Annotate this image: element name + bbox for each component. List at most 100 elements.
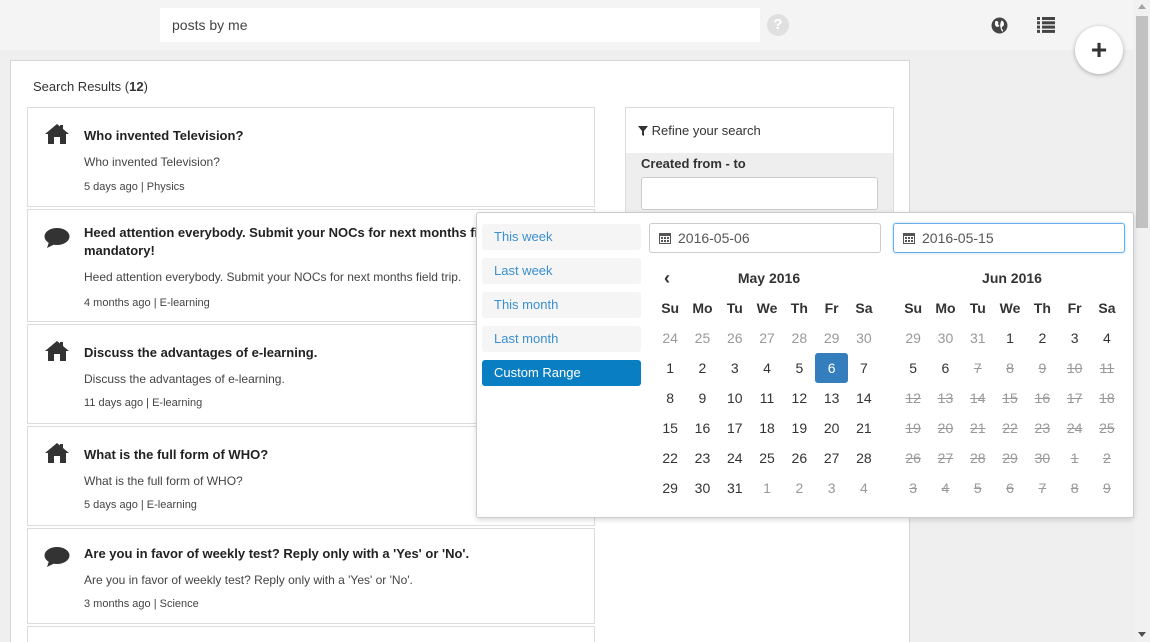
calendar-day[interactable]: 30 xyxy=(929,323,961,353)
calendar-day: 13 xyxy=(937,390,954,406)
calendar-day[interactable]: 14 xyxy=(848,383,880,413)
date-range-picker: This week Last week This month Last mont… xyxy=(476,212,1134,518)
calendar-day[interactable]: 21 xyxy=(848,413,880,443)
calendar-day[interactable]: 1 xyxy=(751,473,783,503)
day-of-week-header: Tu xyxy=(969,300,986,316)
range-this-month[interactable]: This month xyxy=(482,292,641,318)
day-of-week-header: We xyxy=(756,300,778,316)
calendar-day-selected[interactable]: 6 xyxy=(815,353,848,383)
calendar-day[interactable]: 4 xyxy=(848,473,880,503)
calendar-day: 19 xyxy=(905,420,921,436)
calendar-day[interactable]: 28 xyxy=(783,323,815,353)
result-item[interactable] xyxy=(27,626,595,642)
calendar-day: 22 xyxy=(1002,420,1018,436)
add-post-button[interactable]: + xyxy=(1075,26,1123,74)
home-icon xyxy=(45,341,69,361)
calendar-day[interactable]: 17 xyxy=(719,413,751,443)
calendar-day[interactable]: 27 xyxy=(815,443,847,473)
calendar-day[interactable]: 3 xyxy=(719,353,751,383)
result-meta: 3 months ago | Science xyxy=(84,598,199,610)
calendar-day[interactable]: 26 xyxy=(719,323,751,353)
calendar-day: 23 xyxy=(1034,420,1051,436)
calendar-day: 4 xyxy=(941,480,950,496)
day-of-week-header: Tu xyxy=(726,300,743,316)
start-date-input[interactable]: 2016-05-06 xyxy=(649,223,881,253)
result-item[interactable]: Are you in favor of weekly test? Reply o… xyxy=(27,528,595,624)
range-custom[interactable]: Custom Range xyxy=(482,360,641,386)
calendar-day[interactable]: 13 xyxy=(815,383,847,413)
calendar-day: 6 xyxy=(1006,480,1014,496)
calendar-day[interactable]: 12 xyxy=(783,383,815,413)
calendar-day[interactable]: 28 xyxy=(848,443,880,473)
calendar-day[interactable]: 29 xyxy=(815,323,847,353)
result-item[interactable]: Who invented Television? Who invented Te… xyxy=(27,107,595,207)
result-title[interactable]: Are you in favor of weekly test? Reply o… xyxy=(84,545,584,563)
calendar-day: 18 xyxy=(1099,390,1115,406)
calendar-day: 7 xyxy=(1038,480,1047,496)
calendar-day[interactable]: 11 xyxy=(751,383,783,413)
calendar-day[interactable]: 18 xyxy=(751,413,783,443)
calendar-day: 8 xyxy=(1070,480,1079,496)
calendar-day[interactable]: 2 xyxy=(686,353,718,383)
range-this-week[interactable]: This week xyxy=(482,224,641,250)
calendar-day[interactable]: 4 xyxy=(751,353,783,383)
results-title: Search Results (12) xyxy=(33,79,148,94)
calendar-day[interactable]: 8 xyxy=(654,383,686,413)
calendar-day[interactable]: 4 xyxy=(1091,323,1123,353)
top-bar: ? xyxy=(0,0,1134,50)
calendar-day: 1 xyxy=(1070,450,1079,466)
calendar-day[interactable]: 6 xyxy=(929,353,961,383)
search-input[interactable] xyxy=(160,8,760,42)
end-date-input[interactable]: 2016-05-15 xyxy=(893,223,1125,253)
calendar-day[interactable]: 25 xyxy=(686,323,718,353)
prev-month-icon[interactable]: ‹ xyxy=(664,263,670,293)
scroll-up-arrow[interactable] xyxy=(1138,4,1146,9)
calendar-day[interactable]: 5 xyxy=(783,353,815,383)
help-icon[interactable]: ? xyxy=(767,14,789,36)
scroll-down-arrow[interactable] xyxy=(1138,632,1146,637)
calendar-day[interactable]: 1 xyxy=(994,323,1026,353)
calendar-day[interactable]: 15 xyxy=(654,413,686,443)
calendar-day[interactable]: 24 xyxy=(654,323,686,353)
page-scrollbar[interactable] xyxy=(1134,0,1150,642)
calendar-day[interactable]: 7 xyxy=(848,353,880,383)
calendar-day[interactable]: 26 xyxy=(783,443,815,473)
calendar-day[interactable]: 1 xyxy=(654,353,686,383)
created-range-input[interactable] xyxy=(641,177,878,210)
result-meta: 4 months ago | E-learning xyxy=(84,297,210,309)
day-of-week-header: Mo xyxy=(935,300,956,316)
calendar-day[interactable]: 25 xyxy=(751,443,783,473)
calendar-day[interactable]: 24 xyxy=(719,443,751,473)
results-count: 12 xyxy=(129,79,144,94)
calendar-day[interactable]: 29 xyxy=(654,473,686,503)
result-title[interactable]: Who invented Television? xyxy=(84,127,584,145)
calendar-day: 29 xyxy=(1002,450,1018,466)
range-last-month[interactable]: Last month xyxy=(482,326,641,352)
calendar-day[interactable]: 3 xyxy=(1058,323,1090,353)
calendar-day[interactable]: 2 xyxy=(783,473,815,503)
calendar-day[interactable]: 19 xyxy=(783,413,815,443)
calendar-day[interactable]: 30 xyxy=(848,323,880,353)
calendar-day: 12 xyxy=(905,390,921,406)
calendar-day[interactable]: 9 xyxy=(686,383,718,413)
calendar-day[interactable]: 27 xyxy=(751,323,783,353)
calendar-day[interactable]: 31 xyxy=(719,473,751,503)
calendar-day[interactable]: 30 xyxy=(686,473,718,503)
calendar-day[interactable]: 22 xyxy=(654,443,686,473)
calendar-day[interactable]: 5 xyxy=(897,353,929,383)
calendar-day[interactable]: 31 xyxy=(962,323,994,353)
calendar-day: 8 xyxy=(1006,360,1014,376)
globe-icon[interactable] xyxy=(991,17,1008,34)
day-of-week-header: Fr xyxy=(1067,300,1082,316)
calendar-day[interactable]: 3 xyxy=(815,473,847,503)
range-last-week[interactable]: Last week xyxy=(482,258,641,284)
calendar-header: ‹ May 2016 xyxy=(654,263,884,293)
calendar-day[interactable]: 10 xyxy=(719,383,751,413)
list-icon[interactable] xyxy=(1037,17,1055,33)
scroll-thumb[interactable] xyxy=(1136,16,1148,228)
calendar-day[interactable]: 23 xyxy=(686,443,718,473)
calendar-day[interactable]: 16 xyxy=(686,413,718,443)
calendar-day[interactable]: 20 xyxy=(815,413,847,443)
calendar-day[interactable]: 29 xyxy=(897,323,929,353)
calendar-day[interactable]: 2 xyxy=(1026,323,1058,353)
